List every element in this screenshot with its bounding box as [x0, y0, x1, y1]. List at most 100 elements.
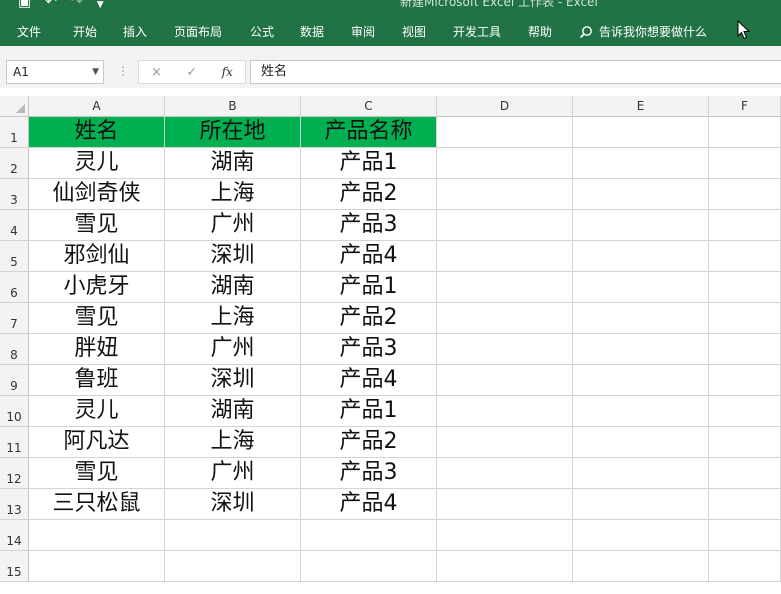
- cell-d9[interactable]: [437, 365, 573, 396]
- row-header-3[interactable]: 3: [0, 179, 29, 210]
- cell-f5[interactable]: [709, 241, 781, 272]
- cell-e8[interactable]: [573, 334, 709, 365]
- cancel-icon[interactable]: ×: [151, 65, 162, 80]
- cell-d5[interactable]: [437, 241, 573, 272]
- cell-f4[interactable]: [709, 210, 781, 241]
- cell-a5[interactable]: 邪剑仙: [29, 241, 165, 272]
- column-header-b[interactable]: B: [165, 96, 301, 117]
- cell-e12[interactable]: [573, 458, 709, 489]
- row-header-4[interactable]: 4: [0, 210, 29, 241]
- cell-e4[interactable]: [573, 210, 709, 241]
- cell-b11[interactable]: 上海: [165, 427, 301, 458]
- cell-f13[interactable]: [709, 489, 781, 520]
- cell-a1[interactable]: 姓名: [29, 117, 165, 148]
- cell-e11[interactable]: [573, 427, 709, 458]
- cell-d13[interactable]: [437, 489, 573, 520]
- cell-f14[interactable]: [709, 520, 781, 551]
- cell-c11[interactable]: 产品2: [301, 427, 437, 458]
- cell-d7[interactable]: [437, 303, 573, 334]
- cell-b4[interactable]: 广州: [165, 210, 301, 241]
- cell-e5[interactable]: [573, 241, 709, 272]
- row-header-13[interactable]: 13: [0, 489, 29, 520]
- cell-b14[interactable]: [165, 520, 301, 551]
- insert-function-icon[interactable]: fx: [222, 65, 233, 79]
- cell-c8[interactable]: 产品3: [301, 334, 437, 365]
- cell-f9[interactable]: [709, 365, 781, 396]
- cell-a15[interactable]: [29, 551, 165, 582]
- cell-d11[interactable]: [437, 427, 573, 458]
- cell-c1[interactable]: 产品名称: [301, 117, 437, 148]
- cell-a11[interactable]: 阿凡达: [29, 427, 165, 458]
- cell-e10[interactable]: [573, 396, 709, 427]
- cell-e15[interactable]: [573, 551, 709, 582]
- cell-c6[interactable]: 产品1: [301, 272, 437, 303]
- cell-f3[interactable]: [709, 179, 781, 210]
- cell-f6[interactable]: [709, 272, 781, 303]
- cell-f2[interactable]: [709, 148, 781, 179]
- row-header-2[interactable]: 2: [0, 148, 29, 179]
- cell-a4[interactable]: 雪见: [29, 210, 165, 241]
- select-all-button[interactable]: [0, 96, 29, 117]
- cell-b12[interactable]: 广州: [165, 458, 301, 489]
- column-header-c[interactable]: C: [301, 96, 437, 117]
- cell-c15[interactable]: [301, 551, 437, 582]
- name-box[interactable]: A1 ▼: [6, 60, 104, 84]
- cell-a14[interactable]: [29, 520, 165, 551]
- tab-insert[interactable]: 插入: [123, 18, 147, 46]
- row-header-15[interactable]: 15: [0, 551, 29, 582]
- row-header-8[interactable]: 8: [0, 334, 29, 365]
- tab-data[interactable]: 数据: [300, 18, 324, 46]
- row-header-7[interactable]: 7: [0, 303, 29, 334]
- cell-d3[interactable]: [437, 179, 573, 210]
- tab-view[interactable]: 视图: [402, 18, 426, 46]
- cell-b10[interactable]: 湖南: [165, 396, 301, 427]
- tab-page-layout[interactable]: 页面布局: [174, 18, 222, 46]
- cell-c5[interactable]: 产品4: [301, 241, 437, 272]
- cell-a2[interactable]: 灵儿: [29, 148, 165, 179]
- cell-e13[interactable]: [573, 489, 709, 520]
- tab-help[interactable]: 帮助: [528, 18, 552, 46]
- cell-b15[interactable]: [165, 551, 301, 582]
- cell-e1[interactable]: [573, 117, 709, 148]
- tab-developer[interactable]: 开发工具: [453, 18, 501, 46]
- enter-icon[interactable]: ✓: [186, 65, 197, 80]
- cell-c10[interactable]: 产品1: [301, 396, 437, 427]
- cell-a7[interactable]: 雪见: [29, 303, 165, 334]
- cell-f7[interactable]: [709, 303, 781, 334]
- cell-f10[interactable]: [709, 396, 781, 427]
- formula-bar-grip-icon[interactable]: ⋮: [117, 64, 129, 78]
- cell-c4[interactable]: 产品3: [301, 210, 437, 241]
- cell-b8[interactable]: 广州: [165, 334, 301, 365]
- cell-e2[interactable]: [573, 148, 709, 179]
- cell-f15[interactable]: [709, 551, 781, 582]
- tab-formulas[interactable]: 公式: [250, 18, 274, 46]
- row-header-12[interactable]: 12: [0, 458, 29, 489]
- cell-f1[interactable]: [709, 117, 781, 148]
- tab-review[interactable]: 审阅: [351, 18, 375, 46]
- column-header-e[interactable]: E: [573, 96, 709, 117]
- formula-input[interactable]: 姓名: [250, 60, 781, 84]
- cell-a6[interactable]: 小虎牙: [29, 272, 165, 303]
- cell-a8[interactable]: 胖妞: [29, 334, 165, 365]
- save-icon[interactable]: ▣: [18, 0, 31, 10]
- tell-me-search[interactable]: 告诉我你想要做什么: [579, 18, 707, 46]
- cell-d2[interactable]: [437, 148, 573, 179]
- cell-d8[interactable]: [437, 334, 573, 365]
- cell-c7[interactable]: 产品2: [301, 303, 437, 334]
- cell-e9[interactable]: [573, 365, 709, 396]
- cell-d12[interactable]: [437, 458, 573, 489]
- cell-c9[interactable]: 产品4: [301, 365, 437, 396]
- undo-icon[interactable]: ↶: [45, 0, 57, 10]
- cell-e6[interactable]: [573, 272, 709, 303]
- cell-c14[interactable]: [301, 520, 437, 551]
- redo-icon[interactable]: ↷: [71, 0, 83, 10]
- cell-d1[interactable]: [437, 117, 573, 148]
- cell-b6[interactable]: 湖南: [165, 272, 301, 303]
- cell-a13[interactable]: 三只松鼠: [29, 489, 165, 520]
- cell-b3[interactable]: 上海: [165, 179, 301, 210]
- column-header-f[interactable]: F: [709, 96, 781, 117]
- cell-a9[interactable]: 鲁班: [29, 365, 165, 396]
- cell-b7[interactable]: 上海: [165, 303, 301, 334]
- chevron-down-icon[interactable]: ▼: [92, 61, 99, 83]
- cell-c2[interactable]: 产品1: [301, 148, 437, 179]
